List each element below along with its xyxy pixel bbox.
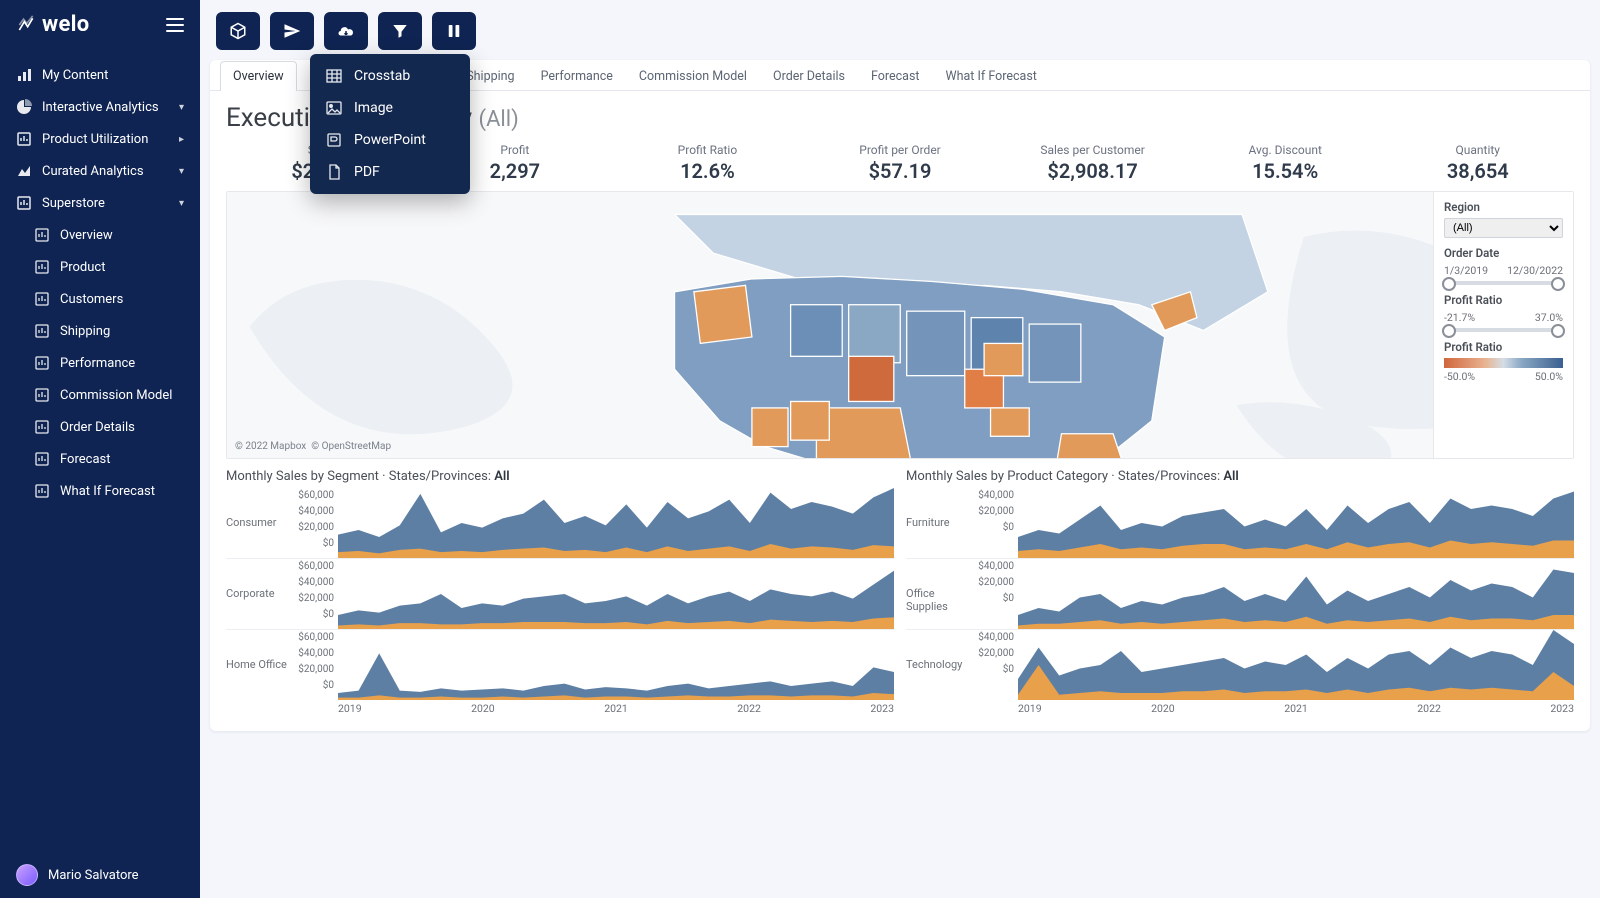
pie-chart-icon <box>16 99 32 115</box>
pdf-icon <box>326 164 342 180</box>
kpi-avg-discount: Avg. Discount15.54% <box>1189 143 1382 183</box>
chart-segment-title: Monthly Sales by Segment · States/Provin… <box>226 469 894 484</box>
region-select[interactable]: (All) <box>1444 218 1563 238</box>
tab-order-details[interactable]: Order Details <box>760 61 858 91</box>
sidebar-item-product-utilization[interactable]: Product Utilization ▸ <box>0 123 200 155</box>
sidebar-toggle-icon[interactable] <box>166 18 184 32</box>
report-icon <box>34 227 50 243</box>
profit-ratio-legend-label: Profit Ratio <box>1444 340 1563 354</box>
chevron-right-icon: ▸ <box>179 134 184 145</box>
image-icon <box>326 100 342 116</box>
report-icon <box>34 355 50 371</box>
profit-ratio-filter-label: Profit Ratio <box>1444 293 1563 307</box>
main: CrosstabImagePowerPointPDF OverviewProdu… <box>200 0 1600 898</box>
map-attribution: © 2022 Mapbox © OpenStreetMap <box>235 441 391 452</box>
mini-chart-consumer[interactable]: Consumer$60,000$40,000$20,000$0 <box>226 488 894 558</box>
sidebar-item-forecast[interactable]: Forecast <box>0 443 200 475</box>
logo-mark-icon <box>16 15 36 35</box>
sidebar-item-customers[interactable]: Customers <box>0 283 200 315</box>
sidebar-item-what-if-forecast[interactable]: What If Forecast <box>0 475 200 507</box>
tab-forecast[interactable]: Forecast <box>858 61 933 91</box>
slides-icon <box>326 132 342 148</box>
mini-chart-home-office[interactable]: Home Office$60,000$40,000$20,000$0 <box>226 629 894 700</box>
chevron-down-icon: ▾ <box>179 102 184 113</box>
tab-what-if-forecast[interactable]: What If Forecast <box>933 61 1050 91</box>
charts-row: Monthly Sales by Segment · States/Provin… <box>226 469 1574 715</box>
kpi-quantity: Quantity38,654 <box>1381 143 1574 183</box>
dropdown-crosstab[interactable]: Crosstab <box>310 60 470 92</box>
order-date-filter-label: Order Date <box>1444 246 1563 260</box>
report-icon <box>34 483 50 499</box>
avatar[interactable] <box>16 864 38 886</box>
dropdown-powerpoint[interactable]: PowerPoint <box>310 124 470 156</box>
sidebar-item-my-content[interactable]: My Content <box>0 59 200 91</box>
region-filter-label: Region <box>1444 200 1563 214</box>
mini-chart-furniture[interactable]: Furniture$40,000$20,000$0 <box>906 488 1574 558</box>
report-icon <box>34 291 50 307</box>
report-icon <box>34 323 50 339</box>
sidebar-nav: My Content Interactive Analytics ▾ Produ… <box>0 51 200 852</box>
tab-overview[interactable]: Overview <box>220 61 297 91</box>
sidebar-item-order-details[interactable]: Order Details <box>0 411 200 443</box>
chevron-down-icon: ▾ <box>179 166 184 177</box>
bar-chart-icon <box>16 67 32 83</box>
map-canvas[interactable] <box>227 192 1573 459</box>
sidebar-footer: Mario Salvatore <box>0 852 200 898</box>
area-chart-icon <box>16 163 32 179</box>
sidebar-item-overview[interactable]: Overview <box>0 219 200 251</box>
sidebar-item-performance[interactable]: Performance <box>0 347 200 379</box>
sidebar-item-commission-model[interactable]: Commission Model <box>0 379 200 411</box>
dropdown-pdf[interactable]: PDF <box>310 156 470 188</box>
report-icon <box>34 387 50 403</box>
mini-chart-corporate[interactable]: Corporate$60,000$40,000$20,000$0 <box>226 558 894 629</box>
chart-segment-col: Monthly Sales by Segment · States/Provin… <box>226 469 894 715</box>
chart-category-title: Monthly Sales by Product Category · Stat… <box>906 469 1574 484</box>
kpi-profit-per-order: Profit per Order$57.19 <box>804 143 997 183</box>
download-dropdown: CrosstabImagePowerPointPDF <box>310 54 470 194</box>
sidebar: welo My Content Interactive Analytics ▾ … <box>0 0 200 898</box>
kpi-sales-per-customer: Sales per Customer$2,908.17 <box>996 143 1189 183</box>
map-panel: © 2022 Mapbox © OpenStreetMap Region (Al… <box>226 191 1574 459</box>
toolbar-download-button[interactable] <box>324 12 368 50</box>
profit-ratio-legend <box>1444 358 1563 368</box>
sidebar-item-superstore[interactable]: Superstore ▾ <box>0 187 200 219</box>
sidebar-item-interactive-analytics[interactable]: Interactive Analytics ▾ <box>0 91 200 123</box>
logo-text: welo <box>42 12 89 37</box>
profit-ratio-slider[interactable] <box>1444 328 1563 332</box>
chevron-down-icon: ▾ <box>179 198 184 209</box>
toolbar-send-button[interactable] <box>270 12 314 50</box>
report-icon <box>34 451 50 467</box>
toolbar-filter-button[interactable] <box>378 12 422 50</box>
toolbar: CrosstabImagePowerPointPDF <box>210 8 1590 60</box>
chart-category-col: Monthly Sales by Product Category · Stat… <box>906 469 1574 715</box>
sidebar-item-product[interactable]: Product <box>0 251 200 283</box>
logo: welo <box>16 12 89 37</box>
dropdown-image[interactable]: Image <box>310 92 470 124</box>
mini-chart-office-supplies[interactable]: Office Supplies$40,000$20,000$0 <box>906 558 1574 629</box>
order-date-slider[interactable] <box>1444 281 1563 285</box>
toolbar-cube-button[interactable] <box>216 12 260 50</box>
tab-performance[interactable]: Performance <box>528 61 626 91</box>
report-icon <box>34 419 50 435</box>
report-icon <box>34 259 50 275</box>
sidebar-item-curated-analytics[interactable]: Curated Analytics ▾ <box>0 155 200 187</box>
sidebar-item-shipping[interactable]: Shipping <box>0 315 200 347</box>
report-icon <box>16 131 32 147</box>
kpi-profit-ratio: Profit Ratio12.6% <box>611 143 804 183</box>
toolbar-columns-button[interactable] <box>432 12 476 50</box>
mini-chart-technology[interactable]: Technology$40,000$20,000$0 <box>906 629 1574 700</box>
table-icon <box>326 68 342 84</box>
tab-commission-model[interactable]: Commission Model <box>626 61 760 91</box>
user-name: Mario Salvatore <box>48 868 139 883</box>
filter-panel: Region (All) Order Date 1/3/201912/30/20… <box>1433 192 1573 458</box>
report-icon <box>16 195 32 211</box>
